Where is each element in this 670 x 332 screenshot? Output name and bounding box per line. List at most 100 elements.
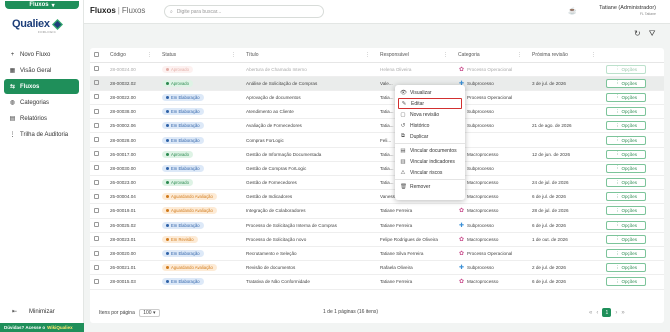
- column-header-proxima-revisao[interactable]: Próxima revisão ⋮: [526, 49, 600, 63]
- table-row[interactable]: 26-00017.00 Aprovado Gestão de Informação …: [90, 147, 664, 162]
- row-checkbox-cell[interactable]: [90, 118, 104, 134]
- sidebar-item-trilha-de-auditoria[interactable]: ⋮ Trilha de Auditoria: [4, 127, 79, 142]
- row-checkbox-cell[interactable]: [90, 246, 104, 262]
- column-header-categoria[interactable]: Categoria ⋮: [452, 49, 526, 63]
- options-button[interactable]: ⋮ Opções: [606, 149, 646, 159]
- options-button[interactable]: ⋮ Opções: [606, 178, 646, 188]
- page-button-current[interactable]: 1: [602, 308, 612, 317]
- table-row[interactable]: 28-00030.00 Em Elaboração Gestão de Compra…: [90, 161, 664, 177]
- options-button[interactable]: ⋮ Opções: [606, 163, 646, 173]
- column-header-status[interactable]: Status ⋮: [156, 49, 240, 63]
- table-row[interactable]: 28-00023.01 Em Revisão Processo de Solicit…: [90, 232, 664, 247]
- menu-vincular-documentos[interactable]: ▤ Vincular documentos: [395, 145, 465, 156]
- per-page-select[interactable]: 100 ▾: [139, 309, 160, 317]
- row-checkbox-cell[interactable]: [90, 189, 104, 205]
- row-checkbox[interactable]: [94, 278, 99, 284]
- row-checkbox-cell[interactable]: [90, 260, 104, 276]
- row-checkbox-cell[interactable]: [90, 147, 104, 162]
- table-row[interactable]: 28-00024.00 Aprovado Abertura de Chamado I…: [90, 62, 664, 77]
- row-checkbox-cell[interactable]: [90, 104, 104, 120]
- sidebar-item-visao-geral[interactable]: ▦ Visão Geral: [4, 63, 79, 78]
- options-button[interactable]: ⋮ Opções: [606, 135, 646, 145]
- table-row[interactable]: 28-00032.02 Aprovado Análise de Solicitaçã…: [90, 76, 664, 91]
- options-button[interactable]: ⋮ Opções: [606, 64, 646, 74]
- table-row[interactable]: 26-00025.02 Em Elaboração Processo de Soli…: [90, 218, 664, 233]
- menu-vincular-riscos[interactable]: ⚠ Vincular riscos: [395, 167, 465, 178]
- row-checkbox-cell[interactable]: [90, 274, 104, 290]
- row-checkbox[interactable]: [94, 179, 99, 185]
- row-checkbox[interactable]: [94, 165, 99, 171]
- row-checkbox-cell[interactable]: [90, 175, 104, 191]
- table-row[interactable]: 26-00023.00 Aprovado Gestão de Fornecedore…: [90, 175, 664, 191]
- menu-historico[interactable]: ↺ Histórico: [395, 120, 465, 131]
- menu-nova-revisao[interactable]: ▢ Nova revisão: [395, 109, 465, 120]
- table-row[interactable]: 28-00020.00 Em Elaboração Recrutamento e S…: [90, 246, 664, 262]
- options-button[interactable]: ⋮ Opções: [606, 107, 646, 117]
- menu-duplicar[interactable]: ⧉ Duplicar: [395, 131, 465, 142]
- row-checkbox-cell[interactable]: [90, 161, 104, 177]
- table-row[interactable]: 26-00021.01 Aguardando Avaliação Revisão d…: [90, 260, 664, 276]
- next-page-icon[interactable]: ›: [615, 310, 617, 316]
- sidebar-item-categorias[interactable]: ◍ Categorias: [4, 95, 79, 110]
- column-header-responsavel[interactable]: Responsável ⋮: [374, 49, 452, 63]
- options-button[interactable]: ⋮ Opções: [606, 263, 646, 273]
- row-checkbox[interactable]: [94, 122, 99, 128]
- select-all-checkbox-cell[interactable]: [90, 49, 104, 63]
- sidebar-item-novo-fluxo[interactable]: + Novo Fluxo: [4, 47, 79, 62]
- row-checkbox[interactable]: [94, 137, 99, 143]
- column-header-codigo[interactable]: Código ⋮: [104, 49, 156, 63]
- row-checkbox[interactable]: [94, 207, 99, 213]
- options-button[interactable]: ⋮ Opções: [606, 249, 646, 259]
- row-checkbox[interactable]: [94, 222, 99, 228]
- row-checkbox[interactable]: [94, 151, 99, 157]
- row-checkbox[interactable]: [94, 193, 99, 199]
- refresh-icon[interactable]: ↻: [634, 29, 641, 39]
- row-checkbox[interactable]: [94, 80, 99, 86]
- row-checkbox-cell[interactable]: [90, 62, 104, 77]
- options-button[interactable]: ⋮ Opções: [606, 192, 646, 202]
- options-button[interactable]: ⋮ Opções: [606, 220, 646, 230]
- row-checkbox[interactable]: [94, 264, 99, 270]
- notifications-icon[interactable]: ☕: [568, 7, 577, 15]
- menu-editar[interactable]: ✎ Editar: [398, 98, 462, 109]
- filter-icon[interactable]: ⛛: [649, 29, 656, 39]
- module-switcher-button[interactable]: Fluxos ▾: [5, 1, 79, 9]
- prev-page-icon[interactable]: ‹: [596, 310, 598, 316]
- first-page-icon[interactable]: «: [589, 310, 592, 316]
- options-button[interactable]: ⋮ Opções: [606, 92, 646, 102]
- select-all-checkbox[interactable]: [94, 51, 99, 57]
- options-button[interactable]: ⋮ Opções: [606, 234, 646, 244]
- search-input[interactable]: ⌕ Digite para buscar...: [164, 5, 324, 18]
- options-button[interactable]: ⋮ Opções: [606, 121, 646, 131]
- row-checkbox[interactable]: [94, 108, 99, 114]
- row-checkbox-cell[interactable]: [90, 132, 104, 148]
- table-row[interactable]: 25-00004.04 Aguardando Avaliação Gestão de…: [90, 189, 664, 205]
- row-checkbox-cell[interactable]: [90, 203, 104, 219]
- row-checkbox[interactable]: [94, 250, 99, 256]
- table-row[interactable]: 28-00022.00 Em Elaboração Aprovação de doc…: [90, 90, 664, 106]
- menu-vincular-indicadores[interactable]: ▥ Vincular indicadores: [395, 156, 465, 167]
- row-checkbox[interactable]: [94, 94, 99, 100]
- row-checkbox-cell[interactable]: [90, 218, 104, 233]
- table-row[interactable]: 25-00002.06 Em Elaboração Avaliação de For…: [90, 118, 664, 134]
- column-header-titulo[interactable]: Título ⋮: [240, 49, 374, 63]
- user-menu[interactable]: Tatiane (Administrador) FL Tatiane: [599, 5, 656, 16]
- options-button[interactable]: ⋮ Opções: [606, 78, 646, 88]
- options-button[interactable]: ⋮ Opções: [606, 206, 646, 216]
- menu-remover[interactable]: 🗑 Remover: [395, 181, 465, 192]
- row-checkbox[interactable]: [94, 236, 99, 242]
- row-checkbox-cell[interactable]: [90, 76, 104, 91]
- sidebar-item-fluxos[interactable]: ⇆ Fluxos: [4, 79, 79, 94]
- options-button[interactable]: ⋮ Opções: [606, 277, 646, 287]
- table-row[interactable]: 26-00019.01 Aguardando Avaliação Integraçã…: [90, 203, 664, 219]
- table-row[interactable]: 28-00028.00 Em Elaboração Compras ForLogic…: [90, 132, 664, 148]
- row-checkbox-cell[interactable]: [90, 232, 104, 247]
- row-checkbox-cell[interactable]: [90, 90, 104, 106]
- last-page-icon[interactable]: »: [621, 310, 624, 316]
- table-row[interactable]: 28-00015.03 Em Elaboração Tratativa de Não…: [90, 274, 664, 290]
- row-checkbox[interactable]: [94, 66, 99, 72]
- table-row[interactable]: 28-00038.00 Em Elaboração Atendimento ao C…: [90, 104, 664, 120]
- wiki-link[interactable]: WikiQualiex: [47, 325, 72, 330]
- minimize-button[interactable]: ⇤ Minimizar: [12, 308, 55, 316]
- sidebar-item-relatorios[interactable]: ▤ Relatórios: [4, 111, 79, 126]
